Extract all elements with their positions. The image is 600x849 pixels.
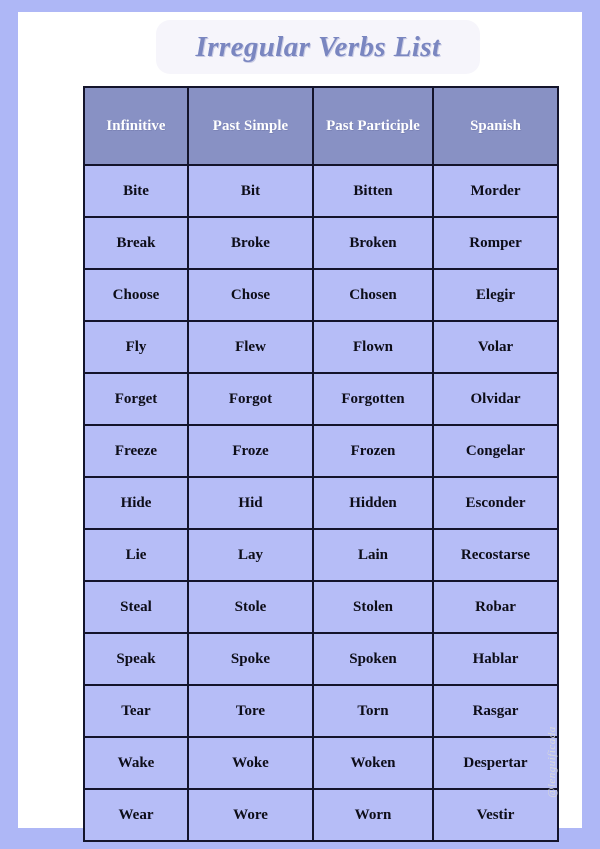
cell-past-participle: Worn <box>312 788 434 842</box>
table-row: Freeze Froze Frozen Congelar <box>83 424 559 478</box>
cell-spanish: Elegir <box>432 268 559 322</box>
table-row: Lie Lay Lain Recostarse <box>83 528 559 582</box>
table-row: Choose Chose Chosen Elegir <box>83 268 559 322</box>
cell-past-participle: Forgotten <box>312 372 434 426</box>
cell-spanish: Esconder <box>432 476 559 530</box>
cell-infinitive: Forget <box>83 372 189 426</box>
cell-spanish: Congelar <box>432 424 559 478</box>
cell-past-participle: Chosen <box>312 268 434 322</box>
cell-infinitive: Lie <box>83 528 189 582</box>
cell-past-simple: Woke <box>187 736 314 790</box>
cell-past-participle: Broken <box>312 216 434 270</box>
cell-past-participle: Flown <box>312 320 434 374</box>
cell-past-simple: Flew <box>187 320 314 374</box>
cell-past-participle: Spoken <box>312 632 434 686</box>
cell-infinitive: Bite <box>83 164 189 218</box>
column-header-past-simple: Past Simple <box>187 86 314 166</box>
cell-infinitive: Fly <box>83 320 189 374</box>
cell-spanish: Morder <box>432 164 559 218</box>
cell-past-participle: Bitten <box>312 164 434 218</box>
cell-past-participle: Hidden <box>312 476 434 530</box>
table-row: Bite Bit Bitten Morder <box>83 164 559 218</box>
cell-past-participle: Frozen <box>312 424 434 478</box>
cell-spanish: Romper <box>432 216 559 270</box>
cell-infinitive: Wake <box>83 736 189 790</box>
page-frame: Irregular Verbs List Infinitive Past Sim… <box>0 0 600 849</box>
table-row: Wake Woke Woken Despertar <box>83 736 559 790</box>
cell-infinitive: Break <box>83 216 189 270</box>
table-header-row: Infinitive Past Simple Past Participle S… <box>83 86 559 166</box>
cell-spanish: Hablar <box>432 632 559 686</box>
table-body: Bite Bit Bitten Morder Break Broke Broken Rompe… <box>83 164 559 842</box>
cell-infinitive: Choose <box>83 268 189 322</box>
table-row: Forget Forgot Forgotten Olvidar <box>83 372 559 426</box>
cell-past-simple: Hid <box>187 476 314 530</box>
cell-infinitive: Hide <box>83 476 189 530</box>
cell-spanish: Vestir <box>432 788 559 842</box>
column-header-past-participle: Past Participle <box>312 86 434 166</box>
worksheet-page: Irregular Verbs List Infinitive Past Sim… <box>18 12 582 842</box>
cell-infinitive: Speak <box>83 632 189 686</box>
table-row: Speak Spoke Spoken Hablar <box>83 632 559 686</box>
cell-spanish: Volar <box>432 320 559 374</box>
table-header: Infinitive Past Simple Past Participle S… <box>83 86 559 166</box>
table-row: Tear Tore Torn Rasgar <box>83 684 559 738</box>
table-row: Break Broke Broken Romper <box>83 216 559 270</box>
table-row: Fly Flew Flown Volar <box>83 320 559 374</box>
table-row: Steal Stole Stolen Robar <box>83 580 559 634</box>
cell-past-simple: Lay <box>187 528 314 582</box>
cell-past-simple: Bit <box>187 164 314 218</box>
cell-past-simple: Spoke <box>187 632 314 686</box>
cell-infinitive: Freeze <box>83 424 189 478</box>
column-header-infinitive: Infinitive <box>83 86 189 166</box>
table-row: Wear Wore Worn Vestir <box>83 788 559 842</box>
cell-past-simple: Chose <box>187 268 314 322</box>
title-panel: Irregular Verbs List <box>156 20 480 74</box>
cell-past-participle: Woken <box>312 736 434 790</box>
irregular-verbs-table: Infinitive Past Simple Past Participle S… <box>83 86 559 842</box>
cell-past-simple: Tore <box>187 684 314 738</box>
cell-past-simple: Froze <box>187 424 314 478</box>
cell-past-participle: Lain <box>312 528 434 582</box>
table-row: Hide Hid Hidden Esconder <box>83 476 559 530</box>
cell-past-simple: Stole <box>187 580 314 634</box>
cell-spanish: Despertar <box>432 736 559 790</box>
watermark: @lenguificada <box>542 712 562 812</box>
cell-spanish: Recostarse <box>432 528 559 582</box>
cell-spanish: Rasgar <box>432 684 559 738</box>
cell-past-simple: Wore <box>187 788 314 842</box>
cell-past-participle: Stolen <box>312 580 434 634</box>
cell-infinitive: Wear <box>83 788 189 842</box>
watermark-handle: @lenguificada <box>546 726 559 798</box>
page-title: Irregular Verbs List <box>195 30 441 63</box>
cell-past-participle: Torn <box>312 684 434 738</box>
cell-infinitive: Steal <box>83 580 189 634</box>
cell-past-simple: Broke <box>187 216 314 270</box>
cell-past-simple: Forgot <box>187 372 314 426</box>
cell-infinitive: Tear <box>83 684 189 738</box>
cell-spanish: Olvidar <box>432 372 559 426</box>
cell-spanish: Robar <box>432 580 559 634</box>
column-header-spanish: Spanish <box>432 86 559 166</box>
